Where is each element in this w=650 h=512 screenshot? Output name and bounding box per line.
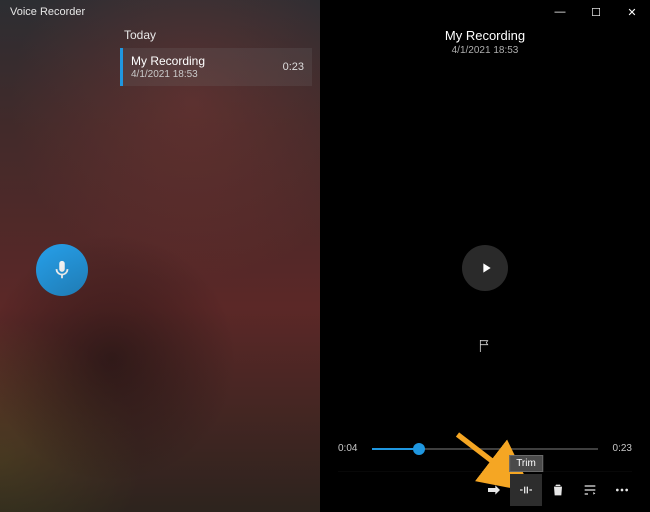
more-icon (614, 482, 630, 498)
timeline-track[interactable] (372, 448, 598, 450)
timeline-fill (372, 448, 419, 450)
play-icon (478, 260, 494, 276)
recording-item-subtitle: 4/1/2021 18:53 (131, 69, 302, 80)
share-button[interactable] (478, 474, 510, 506)
flag-icon (477, 338, 493, 354)
app-title: Voice Recorder (10, 6, 85, 18)
delete-button[interactable] (542, 474, 574, 506)
detail-title: My Recording (320, 28, 650, 43)
microphone-icon (51, 259, 73, 281)
recording-list-item[interactable]: My Recording 4/1/2021 18:53 0:23 (120, 48, 312, 86)
recording-item-title: My Recording (131, 54, 302, 68)
share-icon (486, 482, 502, 498)
play-button[interactable] (462, 245, 508, 291)
timeline-start-time: 0:04 (338, 443, 366, 454)
timeline-knob[interactable] (413, 443, 425, 455)
window-minimize-button[interactable]: — (542, 0, 578, 24)
rename-button[interactable] (574, 474, 606, 506)
minimize-icon: — (555, 6, 566, 18)
window-maximize-button[interactable]: ☐ (578, 0, 614, 24)
trim-icon (518, 482, 534, 498)
recording-item-duration: 0:23 (283, 61, 304, 73)
divider (338, 471, 632, 472)
window-close-button[interactable]: ✕ (614, 0, 650, 24)
detail-subtitle: 4/1/2021 18:53 (320, 45, 650, 56)
timeline-end-time: 0:23 (604, 443, 632, 454)
add-marker-button[interactable] (477, 338, 493, 354)
trim-button[interactable]: Trim (510, 474, 542, 506)
maximize-icon: ☐ (591, 6, 601, 19)
close-icon: ✕ (627, 6, 636, 19)
trim-tooltip: Trim (509, 455, 543, 472)
trash-icon (550, 482, 566, 498)
list-section-header: Today (120, 28, 320, 42)
rename-icon (582, 482, 598, 498)
record-button[interactable] (36, 244, 88, 296)
more-button[interactable] (606, 474, 638, 506)
